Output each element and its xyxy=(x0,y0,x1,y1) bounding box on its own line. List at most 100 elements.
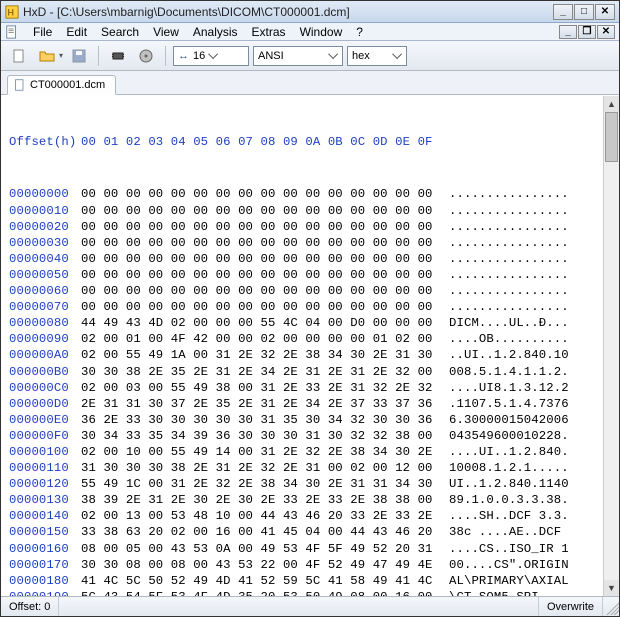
ascii-cell[interactable]: 10008.1.2.1..... xyxy=(449,460,569,476)
hex-bytes-cell[interactable]: 31 30 30 30 38 2E 31 2E 32 2E 31 00 02 0… xyxy=(81,460,449,476)
hex-bytes-cell[interactable]: 02 00 03 00 55 49 38 00 31 2E 33 2E 31 3… xyxy=(81,380,449,396)
hex-row[interactable]: 0000005000 00 00 00 00 00 00 00 00 00 00… xyxy=(9,267,619,283)
hex-bytes-cell[interactable]: 38 39 2E 31 2E 30 2E 30 2E 33 2E 33 2E 3… xyxy=(81,492,449,508)
minimize-button[interactable]: _ xyxy=(553,4,573,20)
ascii-cell[interactable]: ................ xyxy=(449,186,569,202)
hex-row[interactable]: 000000A002 00 55 49 1A 00 31 2E 32 2E 38… xyxy=(9,347,619,363)
vertical-scrollbar[interactable]: ▲ ▼ xyxy=(603,96,619,596)
hex-bytes-cell[interactable]: 55 49 1C 00 31 2E 32 2E 38 34 30 2E 31 3… xyxy=(81,476,449,492)
hex-row[interactable]: 000001905C 43 54 5F 53 4F 4D 35 20 53 50… xyxy=(9,589,619,596)
new-button[interactable] xyxy=(7,45,31,67)
hex-bytes-cell[interactable]: 00 00 00 00 00 00 00 00 00 00 00 00 00 0… xyxy=(81,283,449,299)
hex-bytes-cell[interactable]: 5C 43 54 5F 53 4F 4D 35 20 53 50 49 08 0… xyxy=(81,589,449,596)
menu-view[interactable]: View xyxy=(147,24,185,40)
dropdown-arrow-icon[interactable]: ▾ xyxy=(59,51,63,60)
mdi-restore-button[interactable]: ❐ xyxy=(578,25,596,39)
ascii-cell[interactable]: ................ xyxy=(449,283,569,299)
hex-row[interactable]: 0000011031 30 30 30 38 2E 31 2E 32 2E 31… xyxy=(9,460,619,476)
hex-bytes-cell[interactable]: 02 00 01 00 4F 42 00 00 02 00 00 00 00 0… xyxy=(81,331,449,347)
hex-row[interactable]: 0000009002 00 01 00 4F 42 00 00 02 00 00… xyxy=(9,331,619,347)
ascii-cell[interactable]: 38c ....AE..DCF xyxy=(449,524,569,540)
ascii-cell[interactable]: 6.30000015042006 xyxy=(449,412,569,428)
hex-row[interactable]: 0000001000 00 00 00 00 00 00 00 00 00 00… xyxy=(9,203,619,219)
hex-row[interactable]: 0000013038 39 2E 31 2E 30 2E 30 2E 33 2E… xyxy=(9,492,619,508)
hex-bytes-cell[interactable]: 02 00 55 49 1A 00 31 2E 32 2E 38 34 30 2… xyxy=(81,347,449,363)
hex-row[interactable]: 0000018041 4C 5C 50 52 49 4D 41 52 59 5C… xyxy=(9,573,619,589)
hex-row[interactable]: 0000004000 00 00 00 00 00 00 00 00 00 00… xyxy=(9,251,619,267)
file-tab[interactable]: CT000001.dcm xyxy=(7,75,116,95)
menu-extras[interactable]: Extras xyxy=(246,24,292,40)
hex-bytes-cell[interactable]: 30 30 38 2E 35 2E 31 2E 34 2E 31 2E 31 2… xyxy=(81,364,449,380)
hex-row[interactable]: 0000002000 00 00 00 00 00 00 00 00 00 00… xyxy=(9,219,619,235)
hex-row[interactable]: 0000016008 00 05 00 43 53 0A 00 49 53 4F… xyxy=(9,541,619,557)
ascii-cell[interactable]: ....OB.......... xyxy=(449,331,569,347)
hex-bytes-cell[interactable]: 02 00 13 00 53 48 10 00 44 43 46 20 33 2… xyxy=(81,508,449,524)
menu-edit[interactable]: Edit xyxy=(60,24,93,40)
hex-bytes-cell[interactable]: 00 00 00 00 00 00 00 00 00 00 00 00 00 0… xyxy=(81,267,449,283)
menu-window[interactable]: Window xyxy=(294,24,349,40)
hex-row[interactable]: 000000D02E 31 31 30 37 2E 35 2E 31 2E 34… xyxy=(9,396,619,412)
ascii-cell[interactable]: ....UI8.1.3.12.2 xyxy=(449,380,569,396)
mdi-close-button[interactable]: ✕ xyxy=(597,25,615,39)
hex-bytes-cell[interactable]: 36 2E 33 30 30 30 30 30 31 35 30 34 32 3… xyxy=(81,412,449,428)
hex-row[interactable]: 0000007000 00 00 00 00 00 00 00 00 00 00… xyxy=(9,299,619,315)
ascii-cell[interactable]: ................ xyxy=(449,267,569,283)
hex-row[interactable]: 0000010002 00 10 00 55 49 14 00 31 2E 32… xyxy=(9,444,619,460)
open-ram-button[interactable] xyxy=(106,45,130,67)
mdi-minimize-button[interactable]: _ xyxy=(559,25,577,39)
scroll-thumb[interactable] xyxy=(605,112,618,162)
ascii-cell[interactable]: \CT_SOM5 SPI.... xyxy=(449,589,569,596)
hex-bytes-cell[interactable]: 41 4C 5C 50 52 49 4D 41 52 59 5C 41 58 4… xyxy=(81,573,449,589)
hex-bytes-cell[interactable]: 00 00 00 00 00 00 00 00 00 00 00 00 00 0… xyxy=(81,219,449,235)
hex-bytes-cell[interactable]: 30 34 33 35 34 39 36 30 30 30 31 30 32 3… xyxy=(81,428,449,444)
hex-row[interactable]: 0000000000 00 00 00 00 00 00 00 00 00 00… xyxy=(9,186,619,202)
hex-bytes-cell[interactable]: 30 30 08 00 08 00 43 53 22 00 4F 52 49 4… xyxy=(81,557,449,573)
hex-bytes-cell[interactable]: 02 00 10 00 55 49 14 00 31 2E 32 2E 38 3… xyxy=(81,444,449,460)
hex-row[interactable]: 0000008044 49 43 4D 02 00 00 00 55 4C 04… xyxy=(9,315,619,331)
hex-bytes-cell[interactable]: 00 00 00 00 00 00 00 00 00 00 00 00 00 0… xyxy=(81,251,449,267)
scroll-down-icon[interactable]: ▼ xyxy=(604,580,619,596)
ascii-cell[interactable]: AL\PRIMARY\AXIAL xyxy=(449,573,569,589)
hex-bytes-cell[interactable]: 33 38 63 20 02 00 16 00 41 45 04 00 44 4… xyxy=(81,524,449,540)
ascii-cell[interactable]: ................ xyxy=(449,235,569,251)
menu-search[interactable]: Search xyxy=(95,24,145,40)
hex-row[interactable]: 0000003000 00 00 00 00 00 00 00 00 00 00… xyxy=(9,235,619,251)
bytes-per-row-combo[interactable]: ↔ 16 xyxy=(173,46,249,66)
hex-row[interactable]: 000000B030 30 38 2E 35 2E 31 2E 34 2E 31… xyxy=(9,364,619,380)
ascii-cell[interactable]: ....UI..1.2.840. xyxy=(449,444,569,460)
ascii-cell[interactable]: 89.1.0.0.3.3.38. xyxy=(449,492,569,508)
hex-row[interactable]: 000000F030 34 33 35 34 39 36 30 30 30 31… xyxy=(9,428,619,444)
hex-bytes-cell[interactable]: 44 49 43 4D 02 00 00 00 55 4C 04 00 D0 0… xyxy=(81,315,449,331)
ascii-cell[interactable]: ....SH..DCF 3.3. xyxy=(449,508,569,524)
open-disk-button[interactable] xyxy=(134,45,158,67)
hex-row[interactable]: 0000015033 38 63 20 02 00 16 00 41 45 04… xyxy=(9,524,619,540)
ascii-cell[interactable]: 043549600010228. xyxy=(449,428,569,444)
menu-analysis[interactable]: Analysis xyxy=(187,24,244,40)
charset-combo[interactable]: ANSI xyxy=(253,46,343,66)
hex-bytes-cell[interactable]: 08 00 05 00 43 53 0A 00 49 53 4F 5F 49 5… xyxy=(81,541,449,557)
ascii-cell[interactable]: ................ xyxy=(449,203,569,219)
menu-file[interactable]: File xyxy=(27,24,58,40)
ascii-cell[interactable]: UI..1.2.840.1140 xyxy=(449,476,569,492)
maximize-button[interactable]: □ xyxy=(574,4,594,20)
ascii-cell[interactable]: ....CS..ISO_IR 1 xyxy=(449,541,569,557)
hex-bytes-cell[interactable]: 2E 31 31 30 37 2E 35 2E 31 2E 34 2E 37 3… xyxy=(81,396,449,412)
ascii-cell[interactable]: ................ xyxy=(449,299,569,315)
hex-row[interactable]: 0000014002 00 13 00 53 48 10 00 44 43 46… xyxy=(9,508,619,524)
hex-bytes-cell[interactable]: 00 00 00 00 00 00 00 00 00 00 00 00 00 0… xyxy=(81,235,449,251)
hex-row[interactable]: 0000017030 30 08 00 08 00 43 53 22 00 4F… xyxy=(9,557,619,573)
ascii-cell[interactable]: ................ xyxy=(449,251,569,267)
ascii-cell[interactable]: ................ xyxy=(449,219,569,235)
hex-row[interactable]: 0000012055 49 1C 00 31 2E 32 2E 38 34 30… xyxy=(9,476,619,492)
scroll-up-icon[interactable]: ▲ xyxy=(604,96,619,112)
hex-row[interactable]: 0000006000 00 00 00 00 00 00 00 00 00 00… xyxy=(9,283,619,299)
ascii-cell[interactable]: 00....CS".ORIGIN xyxy=(449,557,569,573)
close-button[interactable]: ✕ xyxy=(595,4,615,20)
hex-bytes-cell[interactable]: 00 00 00 00 00 00 00 00 00 00 00 00 00 0… xyxy=(81,299,449,315)
ascii-cell[interactable]: ..UI..1.2.840.10 xyxy=(449,347,569,363)
base-combo[interactable]: hex xyxy=(347,46,407,66)
ascii-cell[interactable]: DICM....UL..Ð... xyxy=(449,315,569,331)
resize-grip-icon[interactable] xyxy=(603,599,619,615)
ascii-cell[interactable]: 008.5.1.4.1.1.2. xyxy=(449,364,569,380)
hex-row[interactable]: 000000C002 00 03 00 55 49 38 00 31 2E 33… xyxy=(9,380,619,396)
